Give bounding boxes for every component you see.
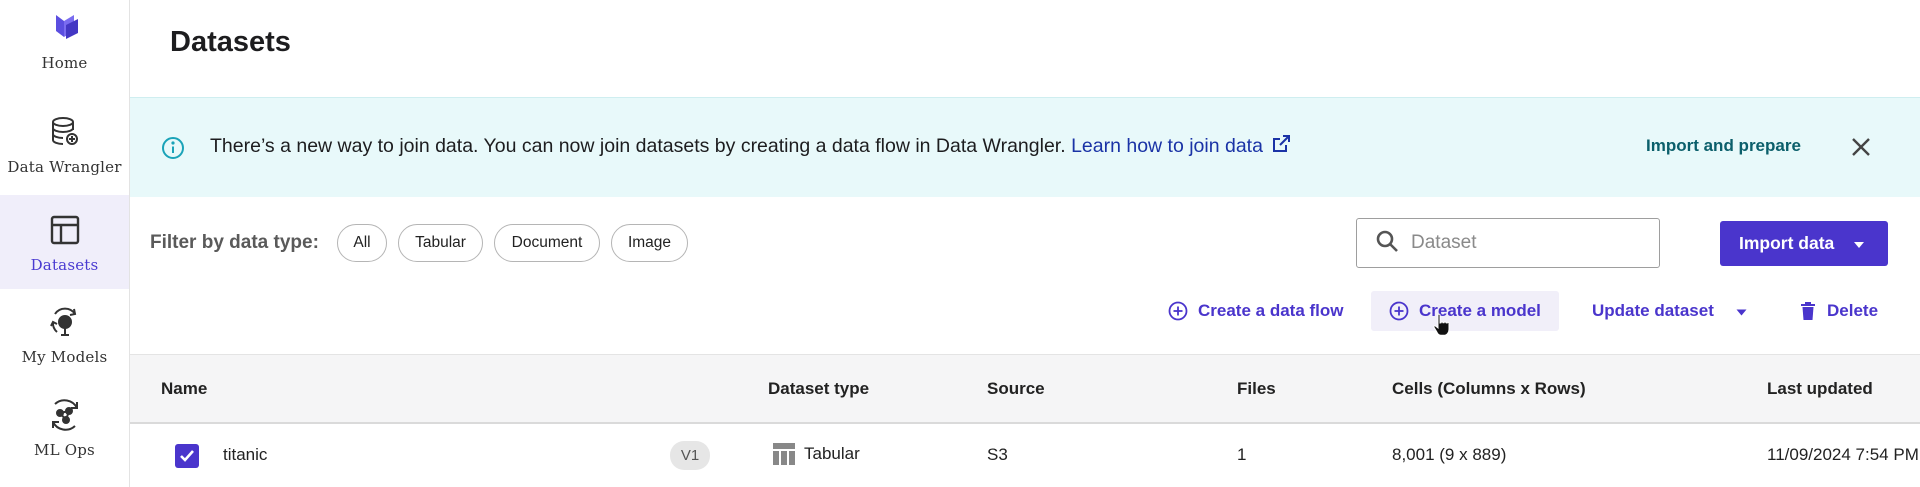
- database-icon: [45, 112, 85, 152]
- sidebar-item-ml-ops[interactable]: ML Ops: [0, 395, 129, 465]
- update-dataset-label: Update dataset: [1592, 301, 1714, 320]
- plus-circle-icon: [1168, 301, 1188, 321]
- table-header: Name Dataset type Source Files Cells (Co…: [130, 354, 1920, 424]
- create-data-flow-button[interactable]: Create a data flow: [1168, 291, 1344, 331]
- mlops-icon: [45, 395, 85, 435]
- search-box: [1356, 218, 1660, 268]
- dataset-cells: 8,001 (9 x 889): [1392, 445, 1507, 464]
- sidebar-item-label: Datasets: [30, 256, 99, 274]
- banner-text: There’s a new way to join data. You can …: [210, 135, 1066, 157]
- info-icon: [161, 136, 185, 165]
- search-input[interactable]: [1411, 232, 1631, 254]
- delete-label: Delete: [1827, 301, 1879, 320]
- dataset-type: Tabular: [804, 444, 860, 463]
- create-data-flow-label: Create a data flow: [1198, 301, 1344, 320]
- delete-button[interactable]: Delete: [1799, 291, 1878, 331]
- caret-down-icon: [1736, 301, 1757, 321]
- create-model-button[interactable]: Create a model: [1371, 291, 1559, 331]
- app-root: Home Data Wrangler Datasets My Models ML…: [0, 0, 1920, 487]
- update-dataset-button[interactable]: Update dataset: [1592, 291, 1757, 331]
- sidebar-item-label: ML Ops: [34, 441, 95, 459]
- caret-down-icon: [1853, 233, 1865, 254]
- version-badge: V1: [670, 441, 710, 470]
- column-header-cells[interactable]: Cells (Columns x Rows): [1392, 379, 1586, 399]
- dataset-files: 1: [1237, 445, 1247, 464]
- table-icon: [773, 443, 795, 465]
- dataset-source: S3: [987, 445, 1008, 464]
- sidebar-item-my-models[interactable]: My Models: [0, 302, 129, 372]
- create-model-label: Create a model: [1419, 301, 1541, 320]
- column-header-last-updated[interactable]: Last updated: [1767, 379, 1873, 399]
- search-icon: [1375, 229, 1399, 258]
- sidebar-item-label: My Models: [21, 348, 108, 366]
- model-icon: [45, 302, 85, 342]
- sidebar-item-home[interactable]: Home: [0, 8, 129, 78]
- logo-icon: [45, 8, 85, 48]
- sidebar-item-datasets[interactable]: Datasets: [0, 195, 129, 289]
- learn-join-link[interactable]: Learn how to join data: [1071, 135, 1291, 157]
- column-header-name[interactable]: Name: [161, 379, 207, 399]
- info-banner: There’s a new way to join data. You can …: [130, 97, 1920, 197]
- sidebar-item-label: Home: [41, 54, 88, 72]
- column-header-files[interactable]: Files: [1237, 379, 1276, 399]
- learn-join-link-label: Learn how to join data: [1071, 135, 1263, 157]
- import-and-prepare-button[interactable]: Import and prepare: [1646, 136, 1920, 156]
- row-checkbox[interactable]: [175, 444, 199, 468]
- trash-icon: [1801, 302, 1815, 320]
- sidebar-item-data-wrangler[interactable]: Data Wrangler: [0, 112, 129, 182]
- import-data-label: Import data: [1739, 233, 1835, 253]
- check-icon: [180, 450, 194, 462]
- filter-label: Filter by data type:: [150, 232, 319, 253]
- filter-chip-all[interactable]: All: [337, 224, 387, 262]
- dataset-name[interactable]: titanic: [223, 445, 267, 465]
- external-link-icon: [1271, 134, 1291, 160]
- import-data-button[interactable]: Import data: [1720, 221, 1888, 266]
- dataset-last-updated: 11/09/2024 7:54 PM: [1767, 445, 1919, 464]
- sidebar: Home Data Wrangler Datasets My Models ML…: [0, 0, 130, 487]
- column-header-dataset-type[interactable]: Dataset type: [768, 379, 869, 399]
- plus-circle-icon: [1389, 301, 1409, 321]
- sidebar-item-label: Data Wrangler: [7, 158, 122, 176]
- page-title: Datasets: [170, 26, 291, 58]
- filter-chip-tabular[interactable]: Tabular: [398, 224, 483, 262]
- close-icon[interactable]: [1850, 136, 1872, 163]
- table-row[interactable]: titanic V1 Tabular S3 1 8,001 (9 x 889) …: [130, 424, 1920, 487]
- column-header-source[interactable]: Source: [987, 379, 1045, 399]
- table-icon: [45, 210, 85, 250]
- dataset-type-cell: Tabular: [772, 442, 860, 466]
- banner-message: There’s a new way to join data. You can …: [210, 134, 1291, 160]
- filter-chip-image[interactable]: Image: [611, 224, 688, 262]
- main-content: Datasets There’s a new way to join data.…: [130, 0, 1920, 487]
- filter-chip-document[interactable]: Document: [494, 224, 600, 262]
